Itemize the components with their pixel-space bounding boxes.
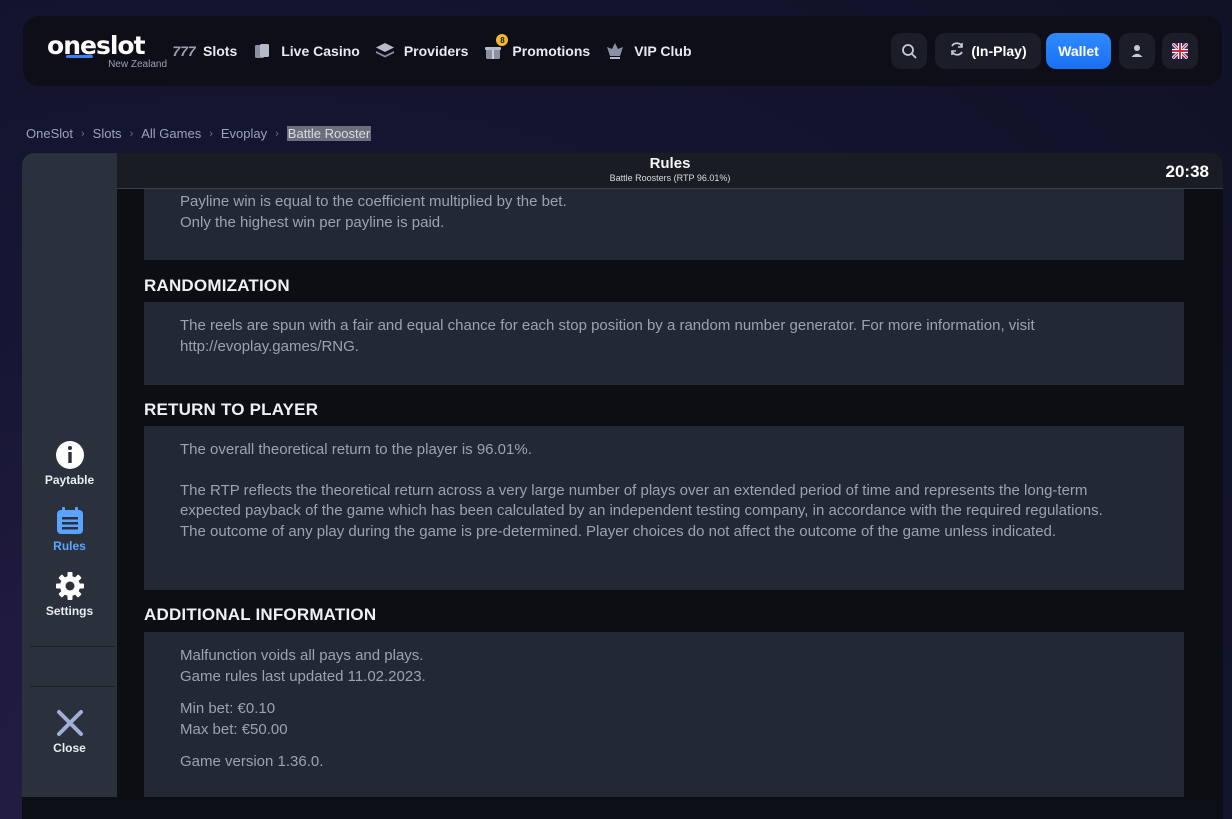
breadcrumb-evoplay[interactable]: Evoplay [221, 126, 267, 141]
gear-icon [55, 571, 85, 601]
additional-card: Malfunction voids all pays and plays. Ga… [144, 632, 1184, 797]
paylines-card: Payline win is equal to the coefficient … [144, 189, 1184, 260]
chevron-right-icon: › [129, 127, 134, 140]
section-title-rtp: RETURN TO PLAYER [144, 400, 319, 419]
promotions-badge: 8 [496, 34, 509, 46]
breadcrumb-slots[interactable]: Slots [93, 126, 122, 141]
user-icon [1131, 45, 1143, 57]
game-clock: 20:38 [1165, 162, 1209, 181]
game-sidebar: Paytable Rules Settings Close [22, 153, 117, 797]
nav-providers[interactable]: Providers [372, 41, 468, 61]
main-nav: 777 Slots Live Casino Providers 8 Promot… [171, 16, 704, 86]
chevron-right-icon: › [275, 127, 279, 140]
sidebar-item-rules[interactable]: Rules [22, 506, 117, 553]
uk-flag-icon [1172, 43, 1188, 59]
nav-vip-club[interactable]: VIP Club [602, 41, 692, 61]
game-frame: Paytable Rules Settings Close Rules Batt… [22, 153, 1223, 797]
site-logo[interactable]: oneslot New Zealand [47, 32, 167, 72]
info-icon [55, 440, 85, 470]
section-title-randomization: RANDOMIZATION [144, 276, 290, 295]
layers-icon [372, 41, 398, 61]
sidebar-divider [30, 686, 115, 687]
sevens-icon: 777 [172, 43, 196, 59]
close-icon [55, 708, 85, 738]
chevron-right-icon: › [80, 127, 85, 140]
rules-title: Rules [649, 155, 691, 172]
top-header: oneslot New Zealand 777 Slots Live Casin… [23, 16, 1222, 86]
search-icon [902, 44, 917, 59]
sidebar-item-paytable[interactable]: Paytable [22, 440, 117, 487]
randomization-card: The reels are spun with a fair and equal… [144, 302, 1184, 385]
wallet-button[interactable]: Wallet [1046, 33, 1111, 69]
refresh-icon [949, 41, 965, 61]
user-button[interactable] [1119, 33, 1155, 69]
crown-icon [602, 41, 628, 61]
breadcrumb-all-games[interactable]: All Games [141, 126, 201, 141]
in-play-button[interactable]: (In-Play) [935, 33, 1041, 69]
language-button[interactable] [1162, 33, 1198, 69]
nav-slots[interactable]: 777 Slots [171, 41, 237, 61]
breadcrumb: OneSlot › Slots › All Games › Evoplay › … [26, 126, 372, 141]
breadcrumb-current: Battle Rooster [286, 126, 372, 141]
logo-region: New Zealand [108, 59, 167, 70]
nav-promotions[interactable]: 8 Promotions [480, 34, 590, 61]
rules-subtitle: Battle Roosters (RTP 96.01%) [609, 173, 731, 183]
section-title-additional: ADDITIONAL INFORMATION [144, 605, 377, 624]
rules-list-icon [55, 506, 85, 536]
rules-header: Rules Battle Roosters (RTP 96.01%) 20:38 [117, 153, 1223, 189]
sidebar-item-settings[interactable]: Settings [22, 571, 117, 618]
cards-icon [249, 41, 275, 61]
search-button[interactable] [891, 33, 927, 69]
footer-strip [22, 797, 1223, 819]
rtp-card: The overall theoretical return to the pl… [144, 426, 1184, 590]
breadcrumb-oneslot[interactable]: OneSlot [26, 126, 73, 141]
gift-icon: 8 [480, 34, 509, 61]
nav-live-casino[interactable]: Live Casino [249, 41, 360, 61]
chevron-right-icon: › [209, 127, 213, 140]
rules-content[interactable]: Payline win is equal to the coefficient … [117, 189, 1223, 797]
sidebar-divider [30, 646, 115, 647]
sidebar-item-close[interactable]: Close [22, 708, 117, 755]
